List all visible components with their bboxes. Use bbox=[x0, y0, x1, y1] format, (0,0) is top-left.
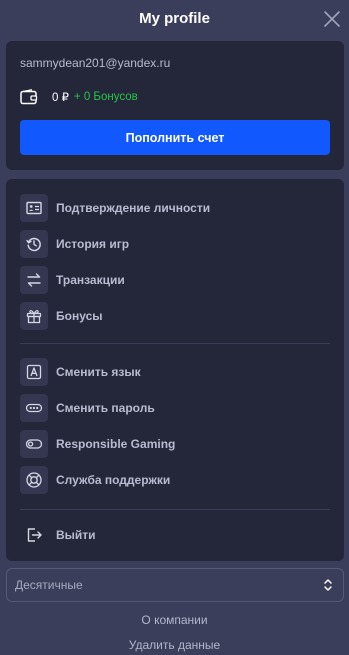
menu-item-label: Сменить язык bbox=[56, 365, 141, 379]
chevron-updown-icon bbox=[324, 579, 332, 591]
toggle-icon bbox=[20, 430, 48, 458]
odds-format-select[interactable]: Десятичные bbox=[6, 568, 344, 602]
menu-item-identity[interactable]: Подтверждение личности bbox=[20, 194, 210, 222]
gift-icon bbox=[20, 302, 48, 330]
menu-item-label: Сменить пароль bbox=[56, 401, 155, 415]
history-icon bbox=[20, 230, 48, 258]
balance-row: 0 ₽ + 0 Бонусов bbox=[20, 89, 138, 105]
menu-card: Подтверждение личности История игр Транз… bbox=[6, 179, 344, 561]
bonus-value: + 0 Бонусов bbox=[73, 91, 138, 103]
menu-item-label: Подтверждение личности bbox=[56, 201, 211, 215]
page-title: My profile bbox=[139, 10, 210, 27]
menu-item-label: История игр bbox=[56, 237, 130, 251]
menu-item-password[interactable]: Сменить пароль bbox=[20, 394, 155, 422]
divider bbox=[20, 509, 330, 510]
about-link[interactable]: О компании bbox=[0, 613, 349, 627]
logout-icon bbox=[20, 521, 48, 549]
menu-item-responsible-gaming[interactable]: Responsible Gaming bbox=[20, 430, 175, 458]
logout-label: Выйти bbox=[56, 528, 96, 542]
delete-data-link[interactable]: Удалить данные bbox=[0, 638, 349, 652]
menu-item-history[interactable]: История игр bbox=[20, 230, 129, 258]
account-card: sammydean201@yandex.ru 0 ₽ + 0 Бонусов П… bbox=[6, 41, 344, 170]
menu-item-label: Бонусы bbox=[56, 309, 103, 323]
balance-value: 0 ₽ bbox=[52, 92, 69, 104]
menu-item-language[interactable]: Сменить язык bbox=[20, 358, 141, 386]
password-icon bbox=[20, 394, 48, 422]
close-icon[interactable] bbox=[323, 10, 341, 28]
transfer-arrows-icon bbox=[20, 266, 48, 294]
letter-a-icon bbox=[20, 358, 48, 386]
account-email: sammydean201@yandex.ru bbox=[20, 56, 171, 70]
topup-button[interactable]: Пополнить счет bbox=[20, 120, 330, 155]
menu-item-bonuses[interactable]: Бонусы bbox=[20, 302, 103, 330]
header: My profile bbox=[0, 0, 349, 40]
wallet-icon bbox=[20, 89, 38, 105]
menu-item-support[interactable]: Служба поддержки bbox=[20, 466, 170, 494]
id-card-icon bbox=[20, 194, 48, 222]
divider bbox=[20, 343, 330, 344]
menu-item-label: Служба поддержки bbox=[56, 473, 171, 487]
logout-button[interactable]: Выйти bbox=[20, 521, 96, 549]
menu-item-transactions[interactable]: Транзакции bbox=[20, 266, 125, 294]
menu-item-label: Транзакции bbox=[56, 273, 125, 287]
menu-item-label: Responsible Gaming bbox=[56, 437, 176, 451]
odds-format-value: Десятичные bbox=[15, 578, 83, 592]
lifebuoy-icon bbox=[20, 466, 48, 494]
